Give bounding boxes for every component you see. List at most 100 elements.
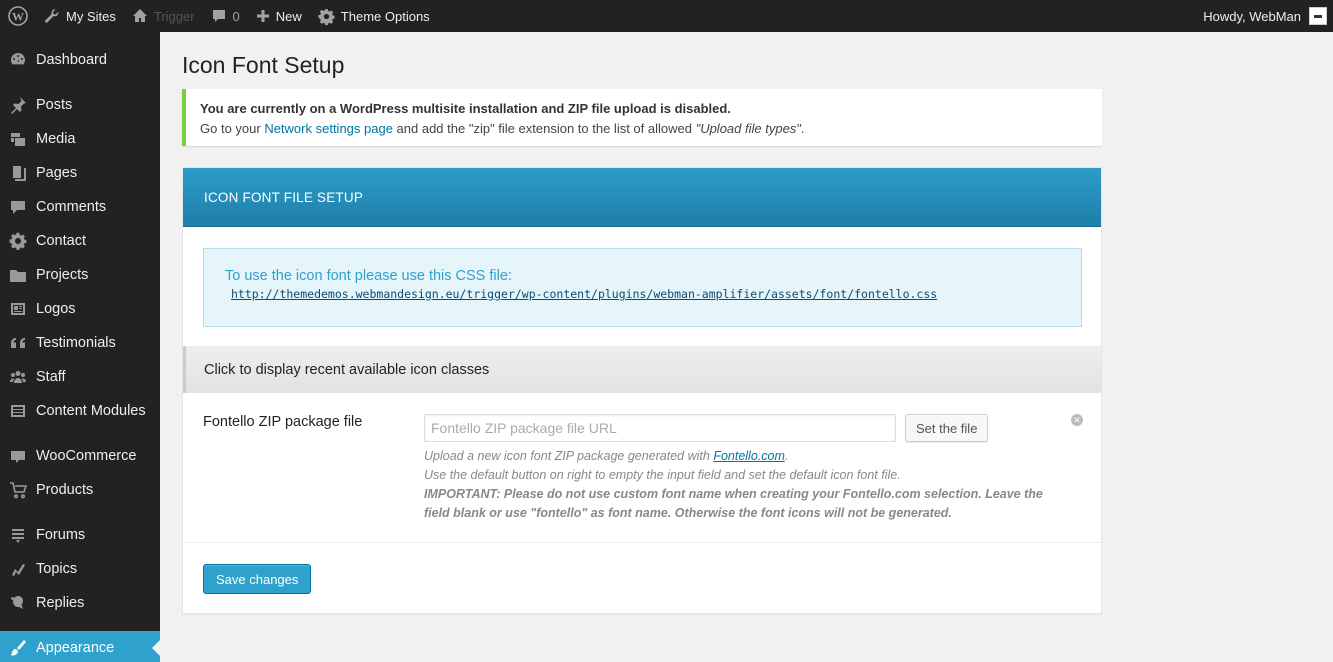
gear-icon	[318, 8, 335, 25]
sidebar-item-content-modules[interactable]: Content Modules	[0, 394, 160, 428]
sidebar-item-label: Content Modules	[36, 403, 146, 419]
topic-icon	[0, 560, 36, 578]
dashboard-icon	[0, 51, 36, 69]
comments-count: 0	[232, 8, 240, 24]
desc-important-note: IMPORTANT: Please do not use custom font…	[424, 487, 1043, 520]
sidebar-item-label: Dashboard	[36, 52, 107, 68]
sidebar-item-media[interactable]: Media	[0, 122, 160, 156]
id-card-icon	[0, 300, 36, 318]
sidebar-item-label: Staff	[36, 369, 66, 385]
field-description: Upload a new icon font ZIP package gener…	[424, 447, 1044, 523]
svg-text:W: W	[12, 10, 24, 24]
brush-icon	[0, 639, 36, 657]
sidebar-item-label: Products	[36, 482, 94, 498]
media-icon	[0, 130, 36, 148]
set-file-button[interactable]: Set the file	[905, 414, 989, 442]
theme-options-label: Theme Options	[340, 8, 430, 24]
gear-icon	[0, 232, 36, 250]
comment-icon	[0, 198, 36, 216]
icon-classes-toggle[interactable]: Click to display recent available icon c…	[183, 346, 1101, 393]
sidebar-item-projects[interactable]: Projects	[0, 258, 160, 292]
notice-bold-text: You are currently on a WordPress multisi…	[200, 101, 731, 116]
sidebar-item-label: Replies	[36, 595, 85, 611]
pages-icon	[0, 164, 36, 182]
zip-url-input[interactable]	[424, 414, 896, 442]
sidebar-item-label: Projects	[36, 267, 89, 283]
admin-sidebar: Dashboard Posts Media Pages Comments Contact P…	[0, 32, 160, 662]
clear-field-icon[interactable]: ✕	[1071, 414, 1083, 426]
comment-bubble-icon	[212, 10, 225, 22]
sidebar-item-dashboard[interactable]: Dashboard	[0, 43, 160, 77]
sidebar-item-products[interactable]: Products	[0, 473, 160, 507]
sidebar-item-label: Posts	[36, 97, 73, 113]
page-title: Icon Font Setup	[182, 52, 345, 78]
sidebar-item-label: Forums	[36, 527, 86, 543]
notice-italic-text: "Upload file types"	[695, 120, 801, 136]
site-name-menu[interactable]: Trigger	[124, 0, 203, 32]
forum-icon	[0, 526, 36, 544]
sidebar-item-testimonials[interactable]: Testimonials	[0, 326, 160, 360]
theme-options-menu[interactable]: Theme Options	[310, 0, 438, 32]
greeting-label: Howdy, WebMan	[1203, 8, 1301, 24]
plus-icon	[256, 10, 269, 22]
woo-icon	[0, 447, 36, 465]
sidebar-item-label: Pages	[36, 165, 78, 181]
sidebar-item-label: WooCommerce	[36, 448, 137, 464]
new-label: New	[275, 8, 302, 24]
cart-icon	[0, 481, 36, 499]
reply-icon	[0, 594, 36, 612]
pin-icon	[0, 96, 36, 114]
panel-header: ICON FONT FILE SETUP	[183, 168, 1101, 227]
sidebar-item-label: Appearance	[36, 640, 115, 656]
sidebar-item-posts[interactable]: Posts	[0, 88, 160, 122]
home-icon	[132, 9, 147, 22]
sidebar-item-label: Logos	[36, 301, 76, 317]
notice-text-end: .	[800, 120, 805, 136]
sidebar-item-pages[interactable]: Pages	[0, 156, 160, 190]
notice-text-middle: and add the "zip" file extension to the …	[392, 120, 696, 136]
sidebar-item-logos[interactable]: Logos	[0, 292, 160, 326]
wordpress-logo-icon: W	[8, 6, 28, 26]
multisite-notice: You are currently on a WordPress multisi…	[182, 89, 1102, 146]
avatar	[1309, 7, 1327, 25]
css-file-link[interactable]: http://themedemos.webmandesign.eu/trigge…	[231, 287, 1060, 301]
account-menu[interactable]: Howdy, WebMan	[1195, 0, 1333, 32]
css-info-box: To use the icon font please use this CSS…	[203, 248, 1082, 327]
wrench-icon	[45, 9, 59, 23]
desc-text-before: Upload a new icon font ZIP package gener…	[424, 449, 714, 463]
my-sites-label: My Sites	[66, 8, 116, 24]
wordpress-logo-button[interactable]: W	[0, 0, 36, 32]
new-content-menu[interactable]: New	[248, 0, 310, 32]
notice-text-before: Go to your	[200, 120, 265, 136]
site-name-label: Trigger	[153, 8, 195, 24]
desc-text-end: .	[784, 449, 789, 463]
comments-menu[interactable]: 0	[203, 0, 248, 32]
fontello-link[interactable]: Fontello.com	[713, 449, 785, 463]
sidebar-item-label: Contact	[36, 233, 86, 249]
sidebar-item-contact[interactable]: Contact	[0, 224, 160, 258]
sidebar-item-staff[interactable]: Staff	[0, 360, 160, 394]
divider	[183, 542, 1101, 543]
save-changes-button[interactable]: Save changes	[203, 564, 312, 594]
sidebar-item-comments[interactable]: Comments	[0, 190, 160, 224]
my-sites-menu[interactable]: My Sites	[36, 0, 124, 32]
quote-icon	[0, 334, 36, 352]
sidebar-item-label: Media	[36, 131, 76, 147]
sidebar-item-woocommerce[interactable]: WooCommerce	[0, 439, 160, 473]
sidebar-item-label: Comments	[36, 199, 107, 215]
network-settings-link[interactable]: Network settings page	[264, 121, 393, 136]
icon-font-panel: ICON FONT FILE SETUP To use the icon fon…	[182, 167, 1102, 614]
css-info-text: To use the icon font please use this CSS…	[225, 268, 512, 284]
sidebar-item-topics[interactable]: Topics	[0, 552, 160, 586]
list-icon	[0, 402, 36, 420]
zip-field-label: Fontello ZIP package file	[203, 414, 363, 430]
sidebar-item-label: Topics	[36, 561, 78, 577]
admin-bar: W My Sites Trigger 0 New Theme Options H…	[0, 0, 1333, 32]
sidebar-item-replies[interactable]: Replies	[0, 586, 160, 620]
sidebar-item-appearance[interactable]: Appearance	[0, 631, 160, 662]
sidebar-item-label: Testimonials	[36, 335, 116, 351]
sidebar-item-forums[interactable]: Forums	[0, 518, 160, 552]
folder-icon	[0, 266, 36, 284]
desc-default-note: Use the default button on right to empty…	[424, 468, 901, 482]
group-icon	[0, 368, 36, 386]
